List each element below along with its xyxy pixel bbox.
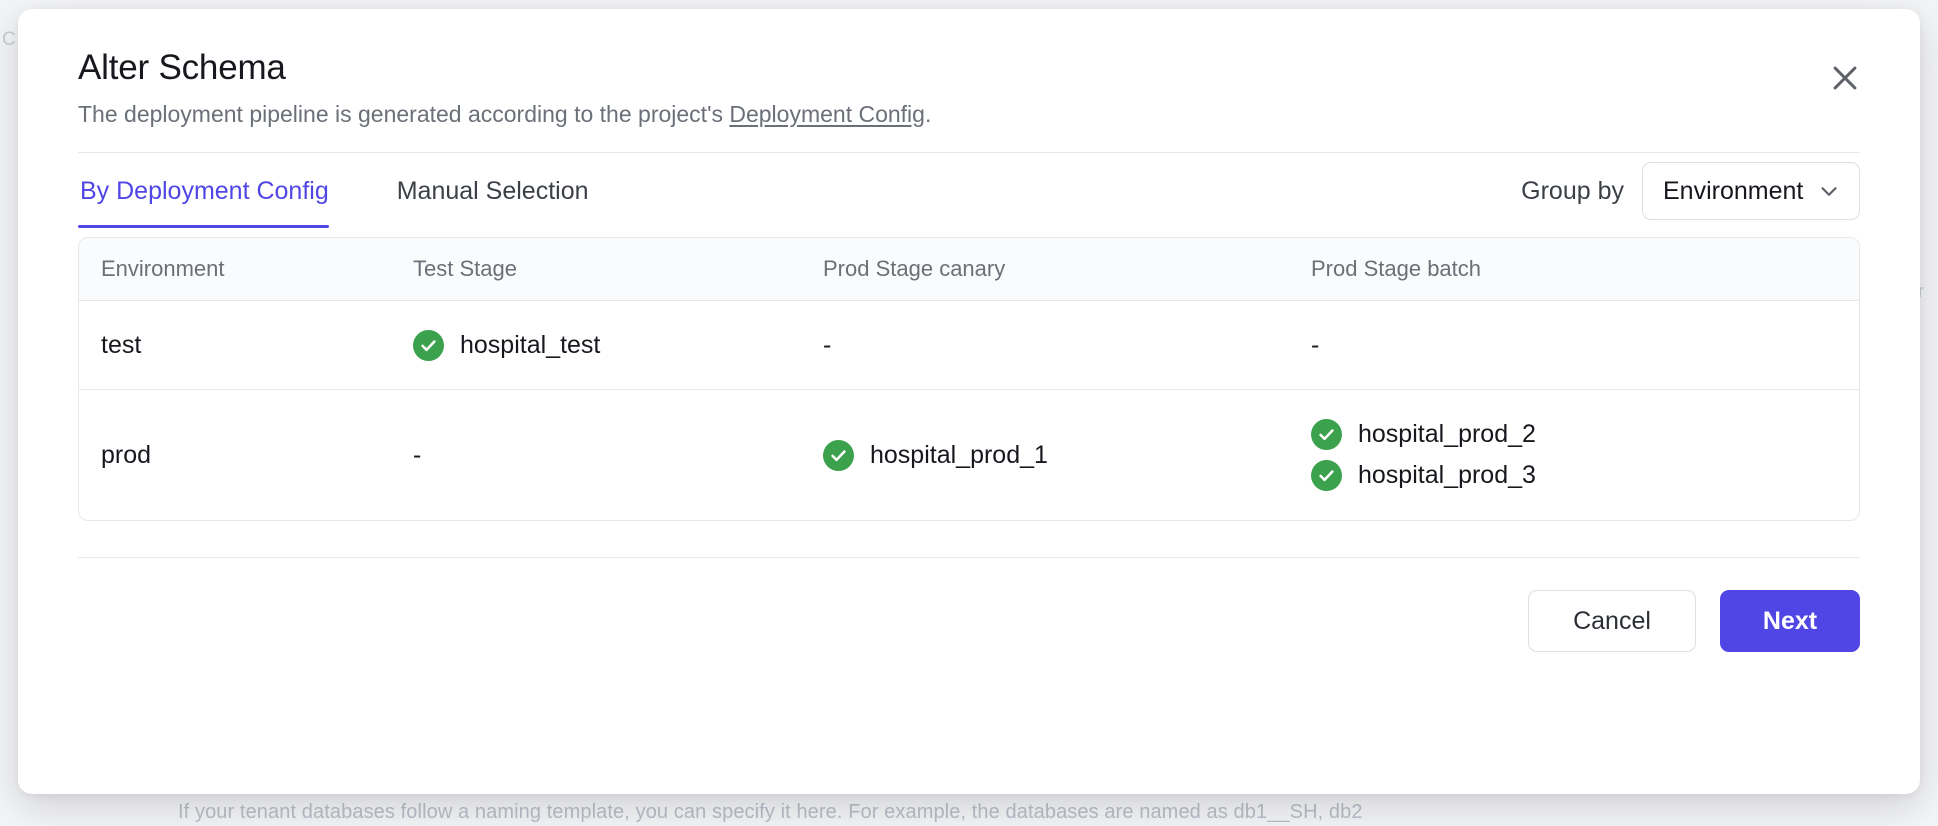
pipeline-table: Environment Test Stage Prod Stage canary…: [78, 237, 1860, 522]
dialog-subtitle: The deployment pipeline is generated acc…: [78, 100, 1860, 130]
column-header-test-stage: Test Stage: [413, 256, 517, 282]
cell-prod-stage-batch: -: [1289, 301, 1859, 389]
deployment-config-link[interactable]: Deployment Config: [729, 101, 925, 127]
stage-item: hospital_prod_1: [823, 435, 1267, 476]
cell-prod-stage-batch: hospital_prod_2 hospital_prod_3: [1289, 390, 1859, 520]
empty-dash: -: [413, 440, 422, 469]
cell-test-stage: hospital_test: [391, 301, 801, 389]
column-header-prod-stage-batch: Prod Stage batch: [1311, 256, 1482, 282]
tab-by-deployment-config[interactable]: By Deployment Config: [78, 155, 337, 228]
dialog-footer: Cancel Next: [78, 558, 1860, 653]
cell-environment: test: [79, 301, 391, 389]
chevron-down-icon: [1816, 178, 1842, 204]
table-header-row: Environment Test Stage Prod Stage canary…: [79, 238, 1859, 302]
stage-item: hospital_prod_3: [1311, 455, 1837, 496]
group-by-value: Environment: [1663, 176, 1804, 205]
backdrop-right-glyph: r: [1918, 281, 1924, 301]
column-header-environment: Environment: [101, 256, 225, 282]
stage-item: -: [413, 436, 779, 475]
backdrop-helper-text: If your tenant databases follow a naming…: [178, 801, 1363, 823]
tabs-row: By Deployment Config Manual Selection Gr…: [78, 153, 1860, 229]
check-circle-icon: [1311, 460, 1342, 492]
environment-name: prod: [101, 440, 152, 469]
cell-prod-stage-canary: hospital_prod_1: [801, 390, 1289, 520]
empty-dash: -: [1311, 330, 1320, 359]
check-circle-icon: [823, 439, 854, 471]
check-circle-icon: [1311, 419, 1342, 451]
cancel-button[interactable]: Cancel: [1528, 590, 1696, 653]
cell-prod-stage-canary: -: [801, 301, 1289, 389]
stage-label: hospital_prod_3: [1358, 461, 1536, 490]
tab-manual-selection[interactable]: Manual Selection: [395, 155, 597, 228]
table-row: test hospital_test - -: [79, 301, 1859, 391]
dialog-subtitle-suffix: .: [924, 100, 932, 127]
stage-label: hospital_test: [460, 330, 601, 359]
empty-dash: -: [823, 330, 832, 359]
group-by-control: Group by Environment: [1521, 162, 1860, 221]
stage-item: -: [823, 326, 1267, 365]
cell-test-stage: -: [391, 390, 801, 520]
stage-label: hospital_prod_1: [870, 440, 1048, 469]
stage-label: hospital_prod_2: [1358, 420, 1536, 449]
page-title: Alter Schema: [78, 48, 286, 87]
alter-schema-dialog: Alter Schema The deployment pipeline is …: [18, 9, 1920, 794]
column-header-prod-stage-canary: Prod Stage canary: [823, 256, 1006, 282]
dialog-subtitle-text: The deployment pipeline is generated acc…: [78, 100, 730, 127]
next-button[interactable]: Next: [1720, 590, 1860, 653]
close-button[interactable]: [1822, 55, 1868, 101]
dialog-header: Alter Schema The deployment pipeline is …: [78, 9, 1860, 129]
environment-name: test: [101, 330, 142, 359]
table-row: prod - hospital_prod_1 hospital_prod_2 h…: [79, 390, 1859, 520]
stage-item: hospital_prod_2: [1311, 414, 1837, 455]
stage-item: -: [1311, 326, 1837, 365]
group-by-label: Group by: [1521, 176, 1624, 205]
close-icon: [1828, 61, 1862, 95]
cell-environment: prod: [79, 390, 391, 520]
stage-item: hospital_test: [413, 325, 779, 366]
group-by-select[interactable]: Environment: [1642, 162, 1860, 221]
check-circle-icon: [413, 329, 444, 361]
